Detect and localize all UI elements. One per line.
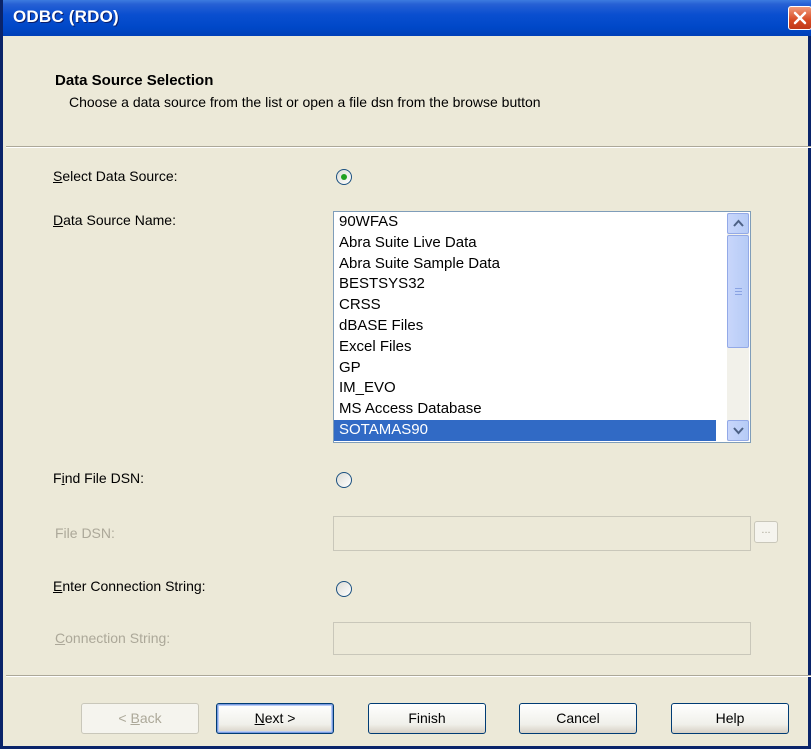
data-source-listbox[interactable]: 90WFAS Abra Suite Live Data Abra Suite Sam…: [333, 211, 751, 443]
scroll-down-button[interactable]: [727, 420, 749, 441]
data-source-item[interactable]: GP: [334, 358, 716, 379]
data-source-name-label: Data Source Name:: [53, 212, 176, 228]
footer-divider: [6, 675, 811, 677]
header-title: Data Source Selection: [55, 72, 214, 89]
chevron-up-icon: [733, 219, 744, 227]
scroll-thumb[interactable]: [727, 235, 749, 348]
data-source-item[interactable]: 90WFAS: [334, 212, 716, 233]
scroll-grip-line: [735, 291, 742, 292]
finish-button[interactable]: Finish: [368, 703, 486, 734]
close-icon: [793, 11, 807, 25]
data-source-item[interactable]: SOTAMAS90: [334, 419, 716, 441]
radio-selected-dot: [341, 174, 347, 180]
file-dsn-label: File DSN:: [55, 525, 115, 541]
header-subtitle: Choose a data source from the list or op…: [69, 94, 541, 110]
scroll-up-button[interactable]: [727, 213, 749, 234]
scroll-grip-line: [735, 294, 742, 295]
title-bar[interactable]: ODBC (RDO): [3, 0, 811, 36]
data-source-item[interactable]: BESTSYS32: [334, 274, 716, 295]
scroll-grip-line: [735, 288, 742, 289]
data-source-item[interactable]: dBASE Files: [334, 316, 716, 337]
close-button[interactable]: [788, 6, 811, 30]
cancel-button[interactable]: Cancel: [519, 703, 637, 734]
data-source-list: 90WFAS Abra Suite Live Data Abra Suite Sam…: [334, 212, 716, 441]
select-data-source-radio[interactable]: [336, 169, 352, 185]
help-button[interactable]: Help: [671, 703, 789, 734]
connection-string-field[interactable]: [333, 622, 751, 655]
select-data-source-label: Select Data Source:: [53, 168, 178, 184]
odbc-dialog-window: ODBC (RDO) Data Source Selection Choose …: [0, 0, 811, 749]
vertical-scrollbar[interactable]: [727, 213, 749, 441]
connection-string-label: Connection String:: [55, 630, 171, 646]
data-source-item[interactable]: Abra Suite Live Data: [334, 233, 716, 254]
back-button[interactable]: < Back: [81, 703, 199, 734]
data-source-item[interactable]: Excel Files: [334, 337, 716, 358]
chevron-down-icon: [733, 427, 744, 435]
file-dsn-field[interactable]: [333, 516, 751, 551]
next-button[interactable]: Next >: [216, 703, 334, 734]
enter-connection-string-label: Enter Connection String:: [53, 578, 206, 594]
header-divider: [6, 146, 811, 148]
enter-connection-string-radio[interactable]: [336, 581, 352, 597]
find-file-dsn-label: Find File DSN:: [53, 470, 145, 486]
data-source-item[interactable]: IM_EVO: [334, 378, 716, 399]
data-source-item[interactable]: MS Access Database: [334, 399, 716, 420]
find-file-dsn-radio[interactable]: [336, 472, 352, 488]
data-source-item[interactable]: Abra Suite Sample Data: [334, 254, 716, 275]
browse-button[interactable]: ...: [754, 521, 778, 543]
window-title: ODBC (RDO): [13, 7, 119, 26]
data-source-item[interactable]: CRSS: [334, 295, 716, 316]
